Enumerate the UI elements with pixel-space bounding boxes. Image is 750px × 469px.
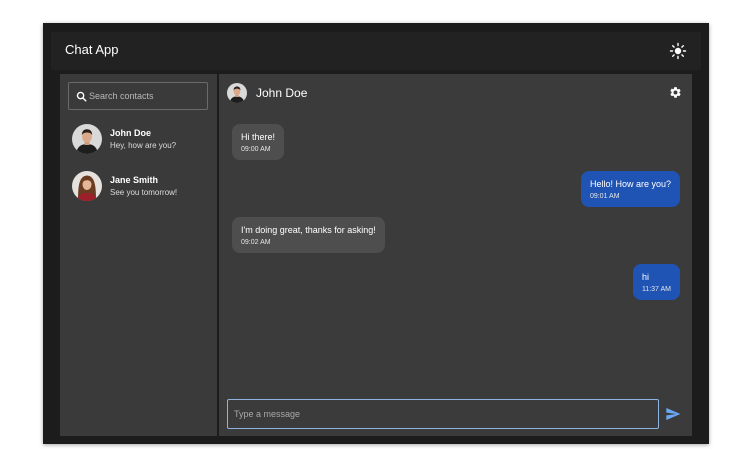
message-input[interactable] [234, 400, 652, 428]
contact-last-message: Hey, how are you? [110, 141, 177, 150]
avatar [72, 171, 102, 201]
sun-icon[interactable] [667, 40, 689, 62]
message-time: 09:00 AM [241, 146, 271, 153]
contacts-sidebar: John Doe Hey, how are you? Jane Smith Se… [60, 74, 217, 436]
app-title: Chat App [65, 42, 119, 57]
send-icon[interactable] [665, 406, 681, 422]
message-outgoing: Hello! How are you? 09:01 AM [580, 171, 680, 207]
message-composer[interactable] [227, 399, 659, 429]
message-time: 09:01 AM [589, 193, 620, 200]
message-incoming: Hi there! 09:00 AM [232, 124, 285, 160]
search-input[interactable] [89, 83, 204, 109]
search-box[interactable] [68, 82, 208, 110]
message-text: hi [641, 272, 649, 282]
message-text: Hi there! [241, 132, 276, 142]
message-time: 11:37 AM [641, 286, 671, 293]
contact-item-john-doe[interactable]: John Doe Hey, how are you? [68, 124, 213, 160]
app-window: Chat App Search contacts John Doe Hey, h… [43, 23, 709, 444]
contact-name: Jane Smith [110, 175, 159, 185]
message-time: 09:02 AM [241, 239, 271, 246]
message-incoming: I'm doing great, thanks for asking! 09:0… [232, 217, 385, 253]
chat-header: John Doe [219, 74, 692, 112]
contact-last-message: See you tomorrow! [110, 188, 178, 197]
message-text: Hello! How are you? [589, 179, 671, 189]
chat-panel: John Doe Hi there! 09:00 AM Hello! How a… [219, 74, 692, 436]
gear-icon[interactable] [669, 86, 682, 99]
avatar [227, 83, 247, 103]
contact-name: John Doe [110, 128, 152, 138]
message-text: I'm doing great, thanks for asking! [241, 225, 376, 235]
search-icon [76, 91, 87, 102]
chat-contact-name: John Doe [256, 86, 308, 100]
message-outgoing: hi 11:37 AM [632, 264, 680, 300]
app-bar: Chat App [51, 32, 701, 70]
contact-item-jane-smith[interactable]: Jane Smith See you tomorrow! [68, 171, 213, 207]
avatar [72, 124, 102, 154]
